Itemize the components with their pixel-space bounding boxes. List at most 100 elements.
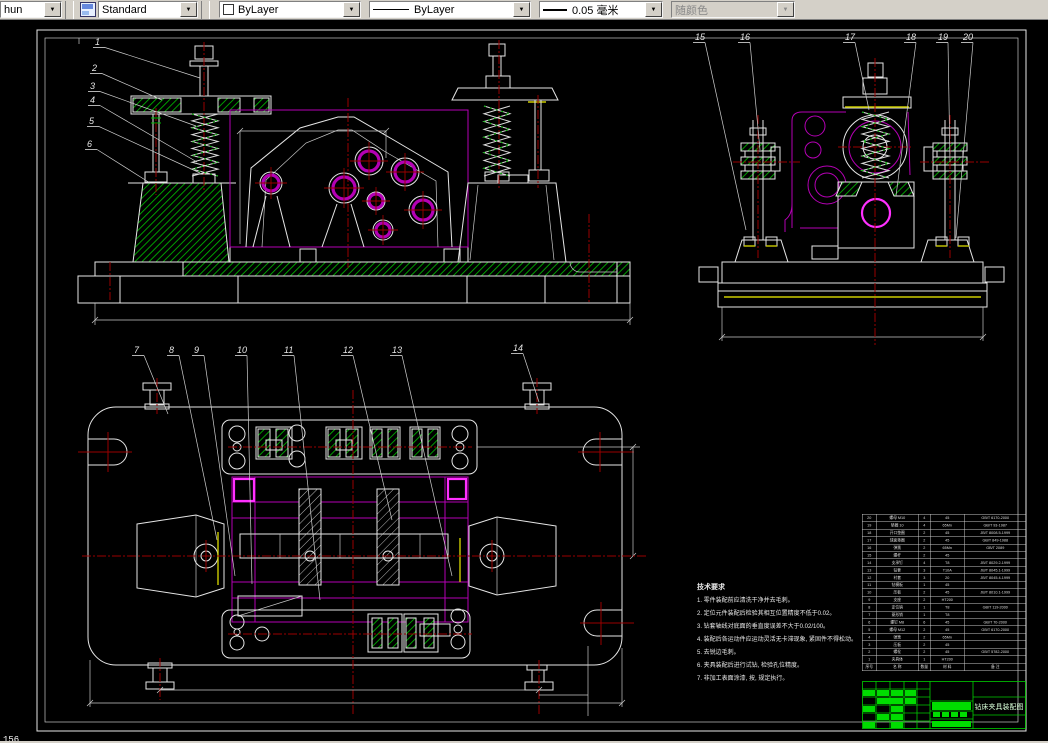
linetype-combo-arrow-icon[interactable]: ▼ xyxy=(513,2,530,17)
bom-header-cell: 名 称 xyxy=(876,662,919,671)
bom-cell: 12 xyxy=(862,573,877,582)
bom-row: 9 支座 2 HT200 xyxy=(862,595,1026,604)
bom-cell: 6 xyxy=(862,618,877,627)
bom-cell: 3 xyxy=(862,640,877,649)
balloon-number: 8 xyxy=(169,345,174,355)
bom-row: 15 螺杆 2 45 xyxy=(862,551,1026,560)
bom-cell: 2 xyxy=(918,640,931,649)
balloon-number: 4 xyxy=(90,95,95,105)
lineweight-combo-arrow-icon[interactable]: ▼ xyxy=(645,2,662,17)
bom-cell: 3 xyxy=(918,566,931,575)
bom-cell: T10A xyxy=(930,566,965,575)
bom-cell: 1 xyxy=(918,581,931,589)
note-line: 1. 零件装配前应清洗干净并去毛刺。 xyxy=(697,598,794,604)
front-view xyxy=(77,40,634,325)
bom-cell: T8 xyxy=(930,610,965,619)
color-combo-arrow-icon[interactable]: ▼ xyxy=(343,2,360,17)
balloon-number: 7 xyxy=(134,345,140,355)
bom-cell: 夹具体 xyxy=(876,655,919,664)
color-combo[interactable]: ByLayer ▼ xyxy=(219,1,361,18)
toolbar-separator xyxy=(65,0,74,19)
bom-cell: 压板 xyxy=(876,640,919,649)
bom-cell: 4 xyxy=(918,521,931,530)
bom-header-cell: 材 料 xyxy=(930,662,965,671)
balloon-number: 15 xyxy=(695,32,706,42)
bom-cell: 1 xyxy=(918,655,931,664)
balloon-number: 1 xyxy=(95,37,100,47)
layer-combo-arrow-icon[interactable]: ▼ xyxy=(44,2,61,17)
bom-cell: 45 xyxy=(930,618,965,627)
bom-row: 13 钻套 3 T10A JB/T 8045.1-1999 xyxy=(862,566,1026,575)
bom-cell: 开口垫圈 xyxy=(876,528,919,537)
top-toolbar: hun ▼ Standard ▼ ByLayer ▼ ByLayer ▼ 0.0… xyxy=(0,0,1048,20)
bom-cell: T8 xyxy=(930,558,965,567)
text-style-combo-arrow-icon[interactable]: ▼ xyxy=(180,2,197,17)
bom-cell: 2 xyxy=(918,625,931,634)
center-spring-column xyxy=(842,62,912,109)
side-view xyxy=(698,58,1005,345)
note-line: 4. 装配后各运动件应运动灵活无卡滞现象, 紧固件不得松动。 xyxy=(697,637,858,643)
bom-cell: 2 xyxy=(918,633,931,642)
bom-cell: GB/T 2089 xyxy=(964,543,1026,552)
bom-row: 8 定位销 1 T8 GB/T 119-2000 xyxy=(862,603,1026,612)
bom-cell: 钻模板 xyxy=(876,581,919,589)
bom-cell xyxy=(964,610,1026,619)
note-line: 2. 定位元件装配后检验其相互位置精度不低于0.02。 xyxy=(697,611,836,617)
bom-cell: 6 xyxy=(918,618,931,627)
bom-cell: 45 xyxy=(930,640,965,649)
bom-cell: 螺钉 M8 xyxy=(876,618,919,627)
base-section-hatch xyxy=(182,261,631,277)
bom-cell: 45 xyxy=(930,648,965,656)
plotstyle-combo-arrow-icon: ▼ xyxy=(777,2,794,17)
bom-cell: 9 xyxy=(862,595,877,604)
layer-combo[interactable]: hun ▼ xyxy=(0,1,62,18)
balloon-number: 2 xyxy=(91,63,97,73)
linetype-combo[interactable]: ByLayer ▼ xyxy=(369,1,531,18)
bom-cell: 13 xyxy=(862,566,877,575)
bom-cell: 65Mn xyxy=(930,543,965,552)
bom-cell: 螺母 M12 xyxy=(876,625,919,634)
plan-view xyxy=(78,378,648,716)
bom-cell: JB/T 8045.4-1999 xyxy=(964,573,1026,582)
bom-cell: 4 xyxy=(918,514,931,522)
bom-row: 14 支承钉 4 T8 JB/T 8029.2-1999 xyxy=(862,558,1026,567)
bom-cell: 45 xyxy=(930,536,965,545)
bom-cell xyxy=(964,640,1026,649)
balloon-number: 17 xyxy=(845,32,856,42)
bom-row: 2 螺栓 2 45 GB/T 5782-2000 xyxy=(862,648,1026,656)
workpiece-side xyxy=(784,111,913,232)
bom-cell: 2 xyxy=(918,551,931,560)
bom-cell: HT200 xyxy=(930,655,965,664)
bom-row: 18 开口垫圈 2 45 JB/T 8008.5-1999 xyxy=(862,528,1026,537)
bom-cell: 2 xyxy=(918,648,931,656)
balloon-number: 13 xyxy=(392,345,402,355)
note-line: 6. 夹具装配后进行试钻, 检验孔位精度。 xyxy=(697,663,804,669)
bom-cell: 2 xyxy=(918,528,931,537)
note-line: 3. 钻套轴线对底面的垂直度误差不大于0.02/100。 xyxy=(697,624,830,630)
lineweight-combo[interactable]: 0.05 毫米 ▼ xyxy=(539,1,663,18)
style-manager-icon xyxy=(79,2,96,17)
linetype-combo-value: ByLayer xyxy=(414,3,455,16)
bom-header-cell: 数量 xyxy=(918,662,931,671)
text-style-combo[interactable]: Standard ▼ xyxy=(98,1,198,18)
bom-cell: 螺栓 xyxy=(876,648,919,656)
balloon-number: 9 xyxy=(194,345,199,355)
bom-cell: 15 xyxy=(862,551,877,560)
style-manager-button[interactable] xyxy=(77,0,98,19)
pressure-plate-hatch xyxy=(132,97,182,113)
bom-row: 5 螺母 M12 2 45 GB/T 6170-2000 xyxy=(862,625,1026,634)
bom-row: 4 弹簧 2 65Mn xyxy=(862,633,1026,642)
bom-cell: 65Mn xyxy=(930,521,965,530)
bom-cell: 45 xyxy=(930,528,965,537)
bom-cell: 20 xyxy=(862,514,877,522)
text-style-combo-value: Standard xyxy=(102,3,147,16)
bom-cell: GB/T 93-1987 xyxy=(964,521,1026,530)
left-clamp-assembly xyxy=(128,45,272,263)
bom-cell: 2 xyxy=(918,595,931,604)
balloon-callouts: 1234567 8 9 10 11 12 13 1415 16 17 18 19 20 xyxy=(85,32,974,601)
right-wedge-block xyxy=(468,516,557,596)
bom-cell: 20 xyxy=(930,573,965,582)
balloon-number: 11 xyxy=(284,345,293,355)
bom-cell: 16 xyxy=(862,543,877,552)
bom-cell: 45 xyxy=(930,588,965,597)
